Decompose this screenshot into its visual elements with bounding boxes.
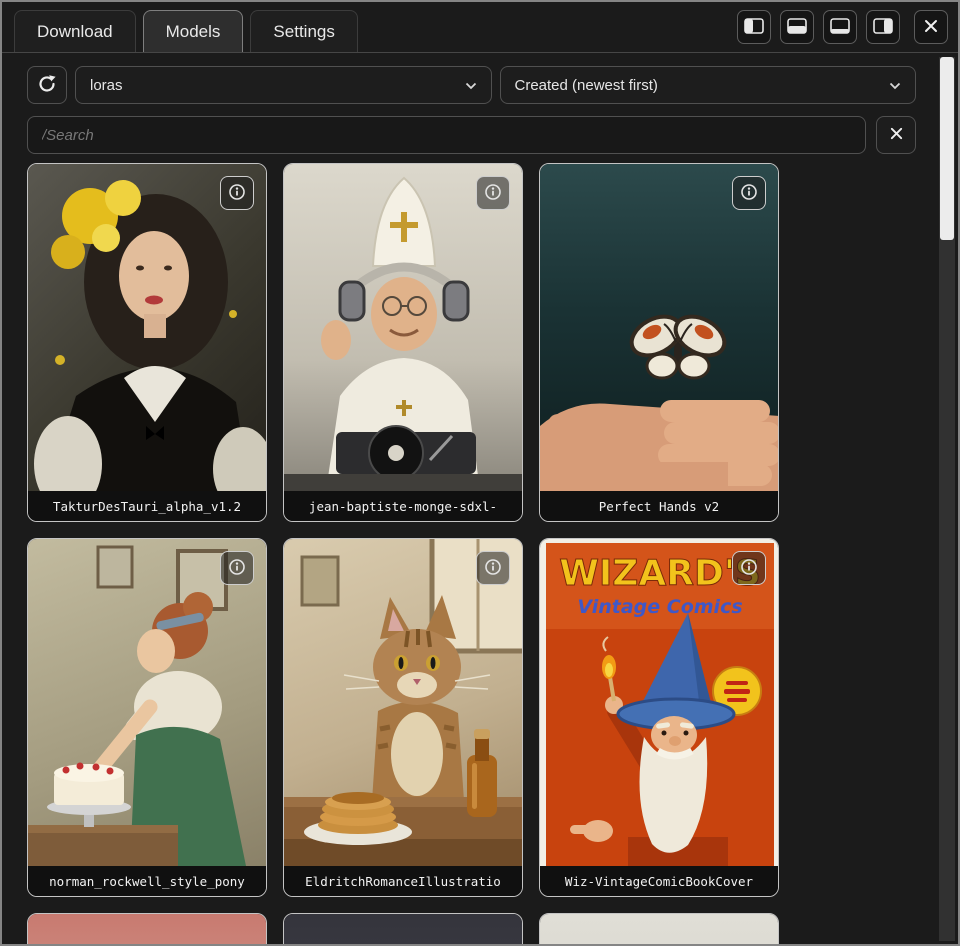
- close-icon: [889, 126, 904, 144]
- chevron-down-icon: [465, 77, 477, 94]
- info-button[interactable]: [220, 551, 254, 585]
- info-icon: [484, 558, 502, 579]
- dock-right-icon: [873, 18, 893, 37]
- tab-models-label: Models: [166, 22, 221, 42]
- clear-search-button[interactable]: [876, 116, 916, 154]
- model-thumbnail: [540, 914, 778, 944]
- info-icon: [740, 558, 758, 579]
- info-button[interactable]: [732, 551, 766, 585]
- info-icon: [740, 183, 758, 204]
- scrollbar-thumb[interactable]: [940, 57, 954, 240]
- model-card-norman-rockwell[interactable]: norman_rockwell_style_pony: [27, 538, 267, 897]
- model-name: norman_rockwell_style_pony: [28, 866, 266, 896]
- dock-bottom-icon: [787, 18, 807, 37]
- info-button[interactable]: [476, 551, 510, 585]
- model-thumbnail: [28, 164, 266, 491]
- dock-bottom-bar-icon: [830, 18, 850, 37]
- refresh-button[interactable]: [27, 66, 67, 104]
- search-row: [27, 116, 916, 154]
- refresh-icon: [37, 74, 57, 97]
- comic-cover-subtitle: Vintage Comics: [577, 596, 742, 618]
- info-button[interactable]: [220, 176, 254, 210]
- tab-settings-label: Settings: [273, 22, 334, 42]
- model-grid: TakturDesTauri_alpha_v1.2: [27, 163, 779, 944]
- model-name: Perfect Hands v2: [540, 491, 778, 521]
- model-card-partial[interactable]: [539, 913, 779, 944]
- model-card-takturdestauri[interactable]: TakturDesTauri_alpha_v1.2: [27, 163, 267, 522]
- dock-left-button[interactable]: [737, 10, 771, 44]
- filter-toolbar: loras Created (newest first): [27, 66, 916, 104]
- tab-download[interactable]: Download: [14, 10, 136, 52]
- model-thumbnail: [284, 164, 522, 491]
- model-thumbnail: WIZARD'S Vintage Comics: [540, 539, 778, 866]
- model-card-partial[interactable]: [27, 913, 267, 944]
- header-bar: Download Models Settings: [2, 2, 958, 53]
- search-input[interactable]: [27, 116, 866, 154]
- sort-order-value: Created (newest first): [515, 77, 658, 94]
- model-type-select[interactable]: loras: [75, 66, 492, 104]
- dock-left-icon: [744, 18, 764, 37]
- model-card-partial[interactable]: [283, 913, 523, 944]
- chevron-down-icon: [889, 77, 901, 94]
- tab-models[interactable]: Models: [143, 10, 244, 52]
- models-browser-window: Download Models Settings: [0, 0, 960, 946]
- dock-bottom-button[interactable]: [780, 10, 814, 44]
- window-controls: [737, 10, 948, 44]
- dock-bottom-bar-button[interactable]: [823, 10, 857, 44]
- model-grid-viewport: TakturDesTauri_alpha_v1.2: [27, 163, 779, 944]
- model-card-wiz-vintage-comic[interactable]: WIZARD'S Vintage Comics: [539, 538, 779, 897]
- close-button[interactable]: [914, 10, 948, 44]
- tab-strip: Download Models Settings: [14, 10, 358, 52]
- model-thumbnail: [540, 164, 778, 491]
- tab-download-label: Download: [37, 22, 113, 42]
- model-thumbnail: [28, 539, 266, 866]
- model-card-eldritch-romance[interactable]: EldritchRomanceIllustratio: [283, 538, 523, 897]
- info-button[interactable]: [732, 176, 766, 210]
- model-name: EldritchRomanceIllustratio: [284, 866, 522, 896]
- model-thumbnail: [28, 914, 266, 944]
- close-icon: [923, 18, 939, 37]
- info-button[interactable]: [476, 176, 510, 210]
- model-thumbnail: [284, 539, 522, 866]
- info-icon: [228, 558, 246, 579]
- model-type-value: loras: [90, 77, 123, 94]
- model-name: jean-baptiste-monge-sdxl-: [284, 491, 522, 521]
- info-icon: [484, 183, 502, 204]
- info-icon: [228, 183, 246, 204]
- comic-cover-title: WIZARD'S: [559, 553, 761, 594]
- dock-right-button[interactable]: [866, 10, 900, 44]
- model-card-jean-baptiste-monge[interactable]: jean-baptiste-monge-sdxl-: [283, 163, 523, 522]
- model-thumbnail: [284, 914, 522, 944]
- model-card-perfect-hands[interactable]: Perfect Hands v2: [539, 163, 779, 522]
- sort-order-select[interactable]: Created (newest first): [500, 66, 917, 104]
- vertical-scrollbar[interactable]: [939, 57, 955, 941]
- tab-settings[interactable]: Settings: [250, 10, 357, 52]
- model-name: Wiz-VintageComicBookCover: [540, 866, 778, 896]
- model-name: TakturDesTauri_alpha_v1.2: [28, 491, 266, 521]
